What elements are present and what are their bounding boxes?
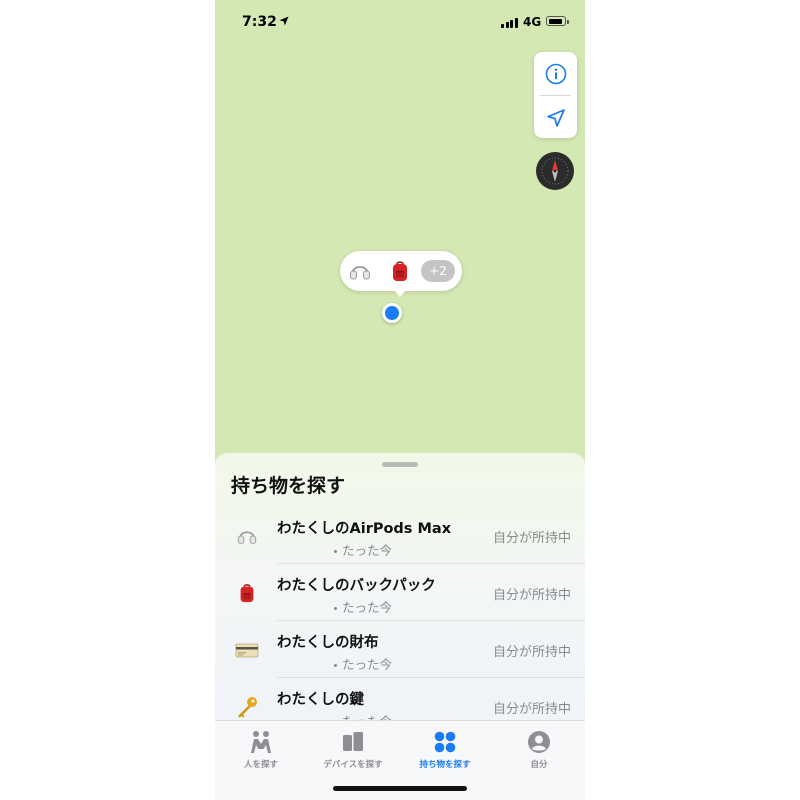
status-bar: 7:32 4G (215, 0, 585, 44)
sheet-title: 持ち物を探す (231, 475, 346, 497)
tab-items[interactable]: 持ち物を探す (399, 729, 491, 770)
wallet-icon (235, 643, 259, 658)
location-button[interactable] (534, 96, 577, 139)
item-name: わたくしのバックパック (277, 578, 436, 594)
location-arrow-icon (546, 108, 565, 127)
current-location-dot (382, 303, 402, 323)
phone-screen: 7:32 4G +2 持ち物を探す わたくしのAirPods Max たった今 … (215, 0, 585, 800)
item-status: 自分が所持中 (492, 531, 571, 546)
map-controls (534, 52, 577, 138)
item-row-wallet[interactable]: わたくしの財布 たった今 自分が所持中 (215, 621, 585, 678)
compass-button[interactable] (536, 152, 574, 190)
item-name: わたくしのAirPods Max (277, 521, 452, 537)
tab-people[interactable]: 人を探す (215, 729, 307, 770)
sheet-grabber[interactable] (382, 462, 418, 467)
network-type: 4G (523, 15, 542, 29)
bubble-tail (394, 290, 406, 297)
tab-me[interactable]: 自分 (493, 729, 585, 770)
item-time: たった今 (334, 654, 392, 673)
item-name: わたくしの鍵 (277, 692, 364, 708)
tab-devices[interactable]: デバイスを探す (307, 729, 399, 770)
item-status: 自分が所持中 (492, 588, 571, 603)
item-time: たった今 (334, 540, 392, 559)
item-status: 自分が所持中 (492, 702, 571, 717)
battery-icon (546, 16, 569, 26)
people-icon (251, 731, 271, 753)
compass-icon (541, 157, 569, 185)
devices-icon (343, 732, 363, 751)
info-button[interactable] (534, 52, 577, 95)
items-icon (434, 731, 456, 753)
item-name: わたくしの財布 (277, 635, 379, 651)
backpack-icon (393, 261, 407, 281)
me-icon (528, 731, 550, 753)
item-row-backpack[interactable]: わたくしのバックパック たった今 自分が所持中 (215, 564, 585, 621)
info-icon (545, 63, 566, 84)
airpods-max-icon (350, 266, 370, 280)
item-time: たった今 (334, 597, 392, 616)
key-icon (238, 697, 257, 718)
cellular-signal-icon (501, 17, 518, 28)
airpods-max-icon (237, 531, 257, 544)
backpack-icon (240, 584, 254, 603)
home-indicator[interactable] (333, 786, 467, 791)
more-items-badge: +2 (421, 260, 455, 282)
location-services-icon (279, 16, 289, 26)
item-status: 自分が所持中 (492, 645, 571, 660)
item-row-airpods-max[interactable]: わたくしのAirPods Max たった今 自分が所持中 (215, 507, 585, 564)
items-location-bubble[interactable]: +2 (340, 251, 462, 297)
item-list: わたくしのAirPods Max たった今 自分が所持中 わたくしのバックパック… (215, 507, 585, 735)
status-time: 7:32 (242, 14, 277, 30)
